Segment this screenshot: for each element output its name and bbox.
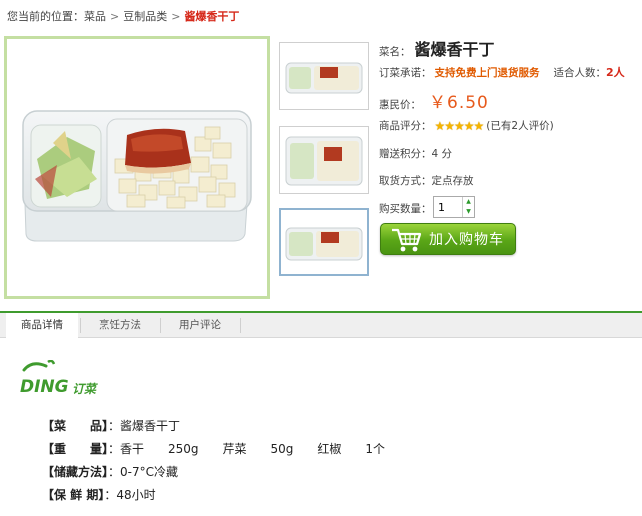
spec-key: 【保 鲜 期】: [42, 488, 105, 502]
name-label: 菜名：: [379, 46, 411, 58]
shopping-cart-icon: [392, 228, 422, 252]
qty-label: 购买数量：: [379, 203, 432, 215]
breadcrumb-current: 酱爆香干丁: [184, 10, 240, 23]
product-name: 酱爆香干丁: [414, 40, 495, 59]
add-to-cart-label: 加入购物车: [429, 232, 504, 248]
quantity-spinner[interactable]: ▲ ▼: [462, 197, 474, 217]
promise-row: 订菜承诺： 支持免费上门退货服务 适合人数：2人: [379, 64, 625, 80]
brand-logo: DING 订菜: [18, 359, 108, 400]
spec-value: ：香干 250g 芹菜 50g 红椒 1个: [108, 442, 386, 456]
decrement-arrow-icon[interactable]: ▼: [463, 207, 474, 217]
increment-arrow-icon[interactable]: ▲: [463, 197, 474, 207]
pickup-value: 定点存放: [431, 175, 474, 187]
spec-key: 【重 量】: [42, 442, 109, 456]
spec-value: ：0-7°C冷藏: [108, 465, 178, 479]
qty-label-row: 购买数量：: [379, 201, 432, 216]
servings-label: 适合人数：: [553, 67, 607, 79]
price-value: ￥6.50: [429, 93, 489, 113]
quantity-input[interactable]: [434, 197, 462, 217]
rating-label: 商品评分：: [379, 120, 432, 132]
tab-divider: [160, 318, 161, 333]
main-product-image: [4, 36, 270, 299]
points-row: 赠送积分：4 分: [379, 146, 452, 161]
spec-row: 【保 鲜 期】：48小时: [42, 486, 385, 509]
breadcrumb: 您当前的位置：菜品 > 豆制品类 > 酱爆香干丁: [7, 8, 239, 24]
thumbnail-1[interactable]: [279, 42, 369, 110]
add-to-cart-button[interactable]: 加入购物车: [380, 223, 516, 255]
rating-row: 商品评分： ★★★★★ (已有2人评价): [379, 118, 554, 133]
spec-value: ：酱爆香干丁: [108, 419, 181, 433]
logo-letters: DING: [20, 377, 69, 397]
spec-row: 【菜 品】：酱爆香干丁: [42, 417, 385, 440]
price-label: 惠民价：: [379, 99, 421, 111]
tab-user-reviews[interactable]: 用户评论: [162, 313, 238, 338]
spec-key: 【储藏方法】: [42, 465, 109, 479]
breadcrumb-prefix: 您当前的位置：: [7, 10, 84, 23]
tab-product-details[interactable]: 商品详情: [6, 313, 78, 339]
product-specs: 【菜 品】：酱爆香干丁 【重 量】：香干 250g 芹菜 50g 红椒 1个 【…: [42, 417, 385, 509]
pickup-row: 取货方式：定点存放: [379, 173, 474, 188]
breadcrumb-link-tofu[interactable]: 豆制品类: [123, 10, 167, 23]
spec-row: 【重 量】：香干 250g 芹菜 50g 红椒 1个: [42, 440, 385, 463]
promise-value: 支持免费上门退货服务: [434, 67, 540, 79]
thumbnail-2[interactable]: [279, 126, 369, 194]
promise-label: 订菜承诺：: [379, 67, 432, 79]
star-rating-icon: ★★★★★: [434, 119, 485, 133]
tab-divider: [240, 318, 241, 333]
price-row: 惠民价： ￥6.50: [379, 88, 489, 113]
breadcrumb-separator: >: [110, 10, 120, 23]
tab-divider: [80, 318, 81, 333]
product-name-row: 菜名： 酱爆香干丁: [379, 36, 495, 60]
points-value: 4 分: [431, 148, 453, 160]
logo-text: 订菜: [72, 382, 98, 396]
points-label: 赠送积分：: [379, 148, 432, 160]
breadcrumb-separator: >: [171, 10, 181, 23]
servings-value: 2人: [606, 66, 625, 79]
rating-count: (已有2人评价): [486, 120, 554, 132]
spec-value: ：48小时: [104, 488, 156, 502]
spec-row: 【储藏方法】：0-7°C冷藏: [42, 463, 385, 486]
tab-cooking-method[interactable]: 烹饪方法: [82, 313, 158, 338]
breadcrumb-link-dishes[interactable]: 菜品: [84, 10, 106, 23]
thumbnail-3[interactable]: [279, 208, 369, 276]
quantity-stepper[interactable]: ▲ ▼: [433, 196, 475, 218]
pickup-label: 取货方式：: [379, 175, 432, 187]
spec-key: 【菜 品】: [42, 419, 109, 433]
